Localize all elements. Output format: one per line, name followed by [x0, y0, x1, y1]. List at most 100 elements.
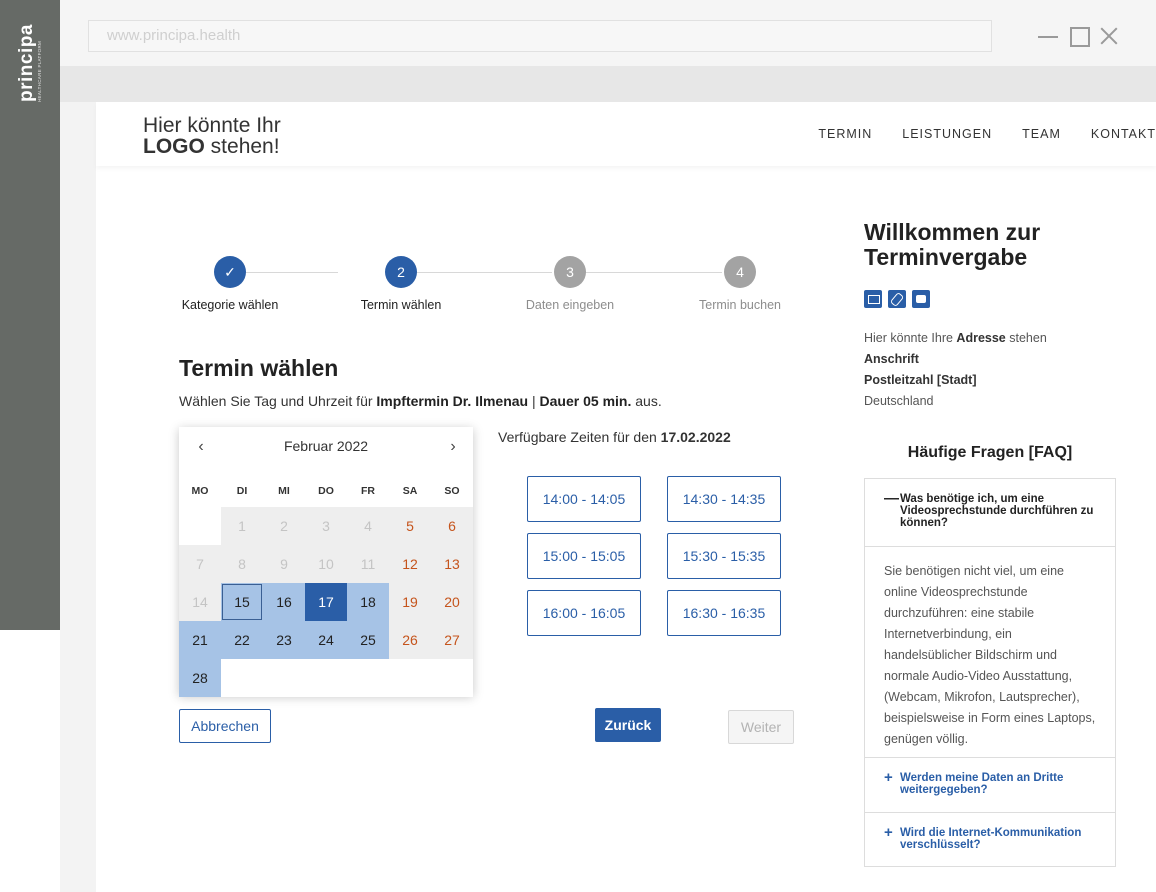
logo-rest: stehen!: [204, 135, 280, 158]
calendar-weekdays: MO DI MI DO FR SA SO: [179, 485, 473, 503]
nav-team[interactable]: TEAM: [1022, 127, 1061, 141]
calendar-grid: 1 2 3 4 5 6 7 8 9 10 11 12 13 14 15 16 17 18 19 20 21 22 23 24 2…: [179, 507, 473, 697]
step-label: Termin wählen: [360, 298, 442, 312]
calendar-day[interactable]: 17: [305, 583, 347, 621]
address-zip: Postleitzahl [Stadt]: [864, 370, 1047, 391]
nav-leistungen[interactable]: LEISTUNGEN: [902, 127, 992, 141]
time-slot[interactable]: 14:00 - 14:05: [527, 476, 641, 522]
step-number: 3: [554, 256, 586, 288]
browser-window: www.principa.health Hier könnte Ihr LOGO…: [60, 0, 1156, 892]
link-icon[interactable]: [888, 290, 906, 308]
desc-duration: Dauer 05 min.: [539, 393, 632, 409]
sidebar-title: Willkommen zur Terminvergabe: [864, 219, 1041, 270]
contact-icons: [864, 290, 930, 308]
close-icon[interactable]: [1098, 25, 1120, 47]
step-buchen: 4 Termin buchen: [675, 256, 805, 312]
nav-kontakt[interactable]: KONTAKT: [1091, 127, 1156, 141]
minus-icon: —: [884, 490, 899, 507]
time-slot[interactable]: 16:00 - 16:05: [527, 590, 641, 636]
brand-logo: principa HEALTHCARE PLATFORM: [16, 24, 46, 110]
faq-question[interactable]: + Werden meine Daten an Dritte weitergege…: [865, 758, 1115, 812]
logo-line-1: Hier könnte Ihr: [143, 114, 281, 137]
time-slot[interactable]: 15:00 - 15:05: [527, 533, 641, 579]
step-label: Kategorie wählen: [181, 298, 279, 312]
site-header: Hier könnte Ihr LOGO stehen! TERMIN LEIS…: [96, 102, 1156, 166]
page: Hier könnte Ihr LOGO stehen! TERMIN LEIS…: [96, 102, 1156, 892]
address-street-text: Anschrift: [864, 352, 919, 366]
time-slot[interactable]: 15:30 - 15:35: [667, 533, 781, 579]
calendar-day: 11: [347, 545, 389, 583]
calendar-day: 1: [221, 507, 263, 545]
step-daten: 3 Daten eingeben: [505, 256, 635, 312]
times-date: 17.02.2022: [660, 429, 731, 445]
calendar-day[interactable]: 28: [179, 659, 221, 697]
calendar-empty-cell: [431, 659, 473, 697]
minimize-icon[interactable]: [1038, 25, 1060, 47]
window-band: [60, 66, 1156, 102]
desc-suffix: aus.: [631, 393, 662, 409]
section-description: Wählen Sie Tag und Uhrzeit für Impftermi…: [179, 393, 662, 409]
address-prefix: Hier könnte Ihre: [864, 331, 957, 345]
calendar-day[interactable]: 15: [221, 583, 263, 621]
step-termin[interactable]: 2 Termin wählen: [336, 256, 466, 312]
weekday-label: SA: [402, 485, 418, 497]
calendar-empty-cell: [263, 659, 305, 697]
nav-termin[interactable]: TERMIN: [818, 127, 872, 141]
calendar-day: 3: [305, 507, 347, 545]
desc-prefix: Wählen Sie Tag und Uhrzeit für: [179, 393, 377, 409]
calendar-day[interactable]: 21: [179, 621, 221, 659]
weekday-label: DO: [318, 485, 334, 497]
step-kategorie[interactable]: ✓ Kategorie wählen: [165, 256, 295, 312]
faq-title: Häufige Fragen [FAQ]: [907, 444, 1073, 461]
calendar-week: 28: [179, 659, 473, 697]
address-country: Deutschland: [864, 394, 934, 408]
url-bar[interactable]: www.principa.health: [88, 20, 992, 52]
faq-question-open[interactable]: — Was benötige ich, um eine Videosprechst…: [865, 479, 1115, 547]
calendar-week: 123456: [179, 507, 473, 545]
address-street: Anschrift: [864, 349, 1047, 370]
calendar-day: 2: [263, 507, 305, 545]
next-button[interactable]: Weiter: [728, 710, 794, 744]
calendar-week: 7 8 9 10 11 12 13: [179, 545, 473, 583]
faq-question-text: Was benötige ich, um eine Videosprechstu…: [900, 493, 1094, 529]
calendar-header: Februar 2022 ‹ ›: [179, 427, 473, 467]
video-icon[interactable]: [912, 290, 930, 308]
site-logo[interactable]: Hier könnte Ihr LOGO stehen!: [143, 115, 281, 157]
time-slot[interactable]: 14:30 - 14:35: [667, 476, 781, 522]
calendar-day: 8: [221, 545, 263, 583]
step-number: 2: [385, 256, 417, 288]
faq-question-text: Wird die Internet-Kommunikation verschlü…: [900, 827, 1082, 851]
brand-tagline: HEALTHCARE PLATFORM: [37, 40, 42, 102]
back-button[interactable]: Zurück: [595, 708, 661, 742]
maximize-icon[interactable]: [1068, 25, 1090, 47]
time-slot[interactable]: 16:30 - 16:35: [667, 590, 781, 636]
calendar-day[interactable]: 22: [221, 621, 263, 659]
desc-appointment: Impftermin Dr. Ilmenau: [376, 393, 529, 409]
chevron-right-icon[interactable]: ›: [441, 435, 465, 459]
calendar-day[interactable]: 25: [347, 621, 389, 659]
weekday-label: MI: [278, 485, 290, 497]
calendar-day: 19: [389, 583, 431, 621]
calendar-day[interactable]: 23: [263, 621, 305, 659]
faq-answer: Sie benötigen nicht viel, um eine online…: [865, 547, 1115, 758]
calendar-empty-cell: [221, 659, 263, 697]
calendar-day[interactable]: 18: [347, 583, 389, 621]
cancel-button[interactable]: Abbrechen: [179, 709, 271, 743]
logo-line-2: LOGO stehen!: [143, 136, 281, 157]
desc-separator: |: [528, 393, 540, 409]
calendar-empty-cell: [389, 659, 431, 697]
weekday-label: DI: [236, 485, 248, 497]
times-title: Verfügbare Zeiten für den 17.02.2022: [498, 429, 731, 445]
calendar-day: 4: [347, 507, 389, 545]
calendar-day: 27: [431, 621, 473, 659]
calendar-day[interactable]: 16: [263, 583, 305, 621]
calendar-empty-cell: [305, 659, 347, 697]
calendar-day: 10: [305, 545, 347, 583]
calendar-day: 26: [389, 621, 431, 659]
mail-icon[interactable]: [864, 290, 882, 308]
calendar-day[interactable]: 24: [305, 621, 347, 659]
chevron-left-icon[interactable]: ‹: [189, 435, 213, 459]
booking-stepper: ✓ Kategorie wählen 2 Termin wählen 3 Dat…: [168, 256, 798, 316]
calendar-day: 13: [431, 545, 473, 583]
faq-question[interactable]: + Wird die Internet-Kommunikation verschl…: [865, 812, 1115, 866]
